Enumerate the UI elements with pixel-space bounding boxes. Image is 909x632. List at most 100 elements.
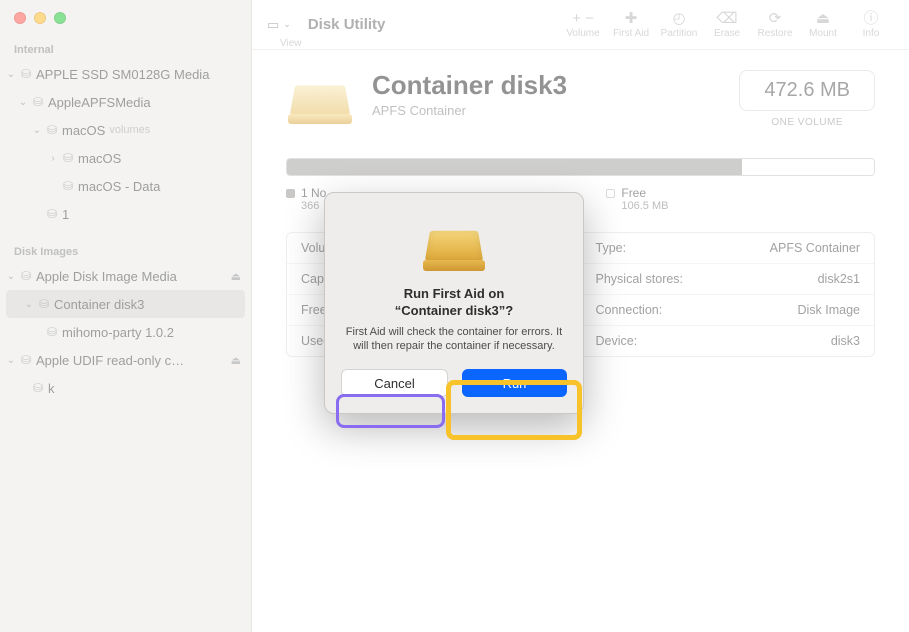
- sidebar-item[interactable]: ⛁macOS - Data: [0, 172, 251, 200]
- sidebar-item[interactable]: ⌄⛁AppleAPFSMedia: [0, 88, 251, 116]
- disk-header: Container disk3 APFS Container 472.6 MB …: [286, 70, 875, 128]
- info-cell: Connection:Disk Image: [581, 294, 875, 325]
- chevron-down-icon: ⌄: [283, 19, 291, 30]
- sidebar-item-label: Container disk3: [54, 297, 144, 312]
- erase-label: Erase: [714, 28, 740, 39]
- disk-icon: ⛁: [16, 67, 36, 81]
- usage-bar-used: [287, 159, 742, 175]
- usage-free-label: Free: [621, 186, 646, 200]
- disk-name: Container disk3: [372, 70, 567, 101]
- sidebar-item[interactable]: ⌄⛁APPLE SSD SM0128G Media: [0, 60, 251, 88]
- volume-icon: + −: [572, 10, 594, 28]
- view-label: View: [280, 38, 302, 49]
- info-cell: Device:disk3: [581, 325, 875, 356]
- sidebar-item[interactable]: ⌄⛁macOS volumes: [0, 116, 251, 144]
- eject-icon[interactable]: ⏏: [231, 354, 241, 367]
- partition-label: Partition: [661, 28, 698, 39]
- toolbar-firstaid-button[interactable]: ✚First Aid: [607, 10, 655, 39]
- sidebar-item[interactable]: ⛁mihomo-party 1.0.2: [0, 318, 251, 346]
- info-label: Info: [863, 28, 880, 39]
- usage-used-label: 1 No: [301, 186, 326, 200]
- toolbar-volume-button[interactable]: + −Volume: [559, 10, 607, 39]
- mount-icon: ⏏: [816, 10, 830, 28]
- minimize-window-button[interactable]: [34, 12, 46, 24]
- toolbar-partition-button[interactable]: ◴Partition: [655, 10, 703, 39]
- disk-icon: ⛁: [58, 179, 78, 193]
- info-icon: ⓘ: [863, 10, 878, 28]
- run-button[interactable]: Run: [462, 369, 567, 397]
- external-disk-icon: [286, 70, 354, 124]
- disk-icon: ⛁: [34, 297, 54, 311]
- sidebar-item-label: k: [48, 381, 55, 396]
- sidebar-item-label: Apple Disk Image Media: [36, 269, 177, 284]
- external-disk-icon: [421, 213, 487, 271]
- view-menu-button[interactable]: ▭ ⌄: [266, 16, 292, 34]
- sidebar: Internal ⌄⛁APPLE SSD SM0128G Media⌄⛁Appl…: [0, 0, 252, 632]
- sidebar-item-label: AppleAPFSMedia: [48, 95, 151, 110]
- dialog-title-line2: “Container disk3”?: [395, 303, 513, 318]
- usage-bar-free: [742, 159, 874, 175]
- usage-used-value: 366: [301, 200, 326, 212]
- sidebar-tree-images: ⌄⛁Apple Disk Image Media⏏⌄⛁Container dis…: [0, 262, 251, 402]
- sidebar-item-label: macOS: [78, 151, 121, 166]
- sidebar-item-label: 1: [62, 207, 69, 222]
- disclosure-triangle-icon[interactable]: ⌄: [32, 125, 42, 136]
- eject-icon[interactable]: ⏏: [231, 270, 241, 283]
- sidebar-item-label: macOS: [62, 123, 105, 138]
- restore-icon: ⟳: [769, 10, 782, 28]
- cancel-button[interactable]: Cancel: [341, 369, 448, 397]
- firstaid-label: First Aid: [613, 28, 649, 39]
- firstaid-icon: ✚: [625, 10, 638, 28]
- disk-subtitle: APFS Container: [372, 103, 567, 118]
- usage-bar: [286, 158, 875, 176]
- disclosure-triangle-icon[interactable]: ⌄: [24, 299, 34, 310]
- disk-icon: ⛁: [42, 123, 62, 137]
- disk-size: 472.6 MB: [739, 70, 875, 111]
- disk-icon: ⛁: [16, 269, 36, 283]
- zoom-window-button[interactable]: [54, 12, 66, 24]
- mount-label: Mount: [809, 28, 837, 39]
- disk-icon: ⛁: [42, 325, 62, 339]
- disclosure-triangle-icon[interactable]: ⌄: [18, 97, 28, 108]
- usage-legend-free: Free 106.5 MB: [606, 186, 668, 212]
- disk-icon: ⛁: [28, 381, 48, 395]
- usage-free-value: 106.5 MB: [621, 200, 668, 212]
- usage-legend-used: 1 No 366: [286, 186, 326, 212]
- toolbar-erase-button[interactable]: ⌫Erase: [703, 10, 751, 39]
- window-title: Disk Utility: [308, 16, 386, 33]
- sidebar-section-disk-images: Disk Images: [0, 240, 251, 262]
- sidebar-item[interactable]: ›⛁macOS: [0, 144, 251, 172]
- app-window: Internal ⌄⛁APPLE SSD SM0128G Media⌄⛁Appl…: [0, 0, 909, 632]
- sidebar-item-label: macOS - Data: [78, 179, 160, 194]
- info-cell: Type:APFS Container: [581, 233, 875, 263]
- sidebar-item[interactable]: ⌄⛁Apple Disk Image Media ⏏: [0, 262, 251, 290]
- disclosure-triangle-icon[interactable]: ⌄: [6, 271, 16, 282]
- sidebar-item[interactable]: ⛁1: [0, 200, 251, 228]
- sidebar-toggle-icon: ▭: [267, 17, 279, 33]
- disclosure-triangle-icon[interactable]: ›: [48, 153, 58, 164]
- dialog-description: First Aid will check the container for e…: [341, 325, 567, 353]
- disk-icon: ⛁: [16, 353, 36, 367]
- sidebar-item-label: mihomo-party 1.0.2: [62, 325, 174, 340]
- info-cell: Physical stores:disk2s1: [581, 263, 875, 294]
- disk-icon: ⛁: [28, 95, 48, 109]
- disk-icon: ⛁: [58, 151, 78, 165]
- sidebar-item[interactable]: ⛁k: [0, 374, 251, 402]
- first-aid-dialog: Run First Aid on “Container disk3”? Firs…: [324, 192, 584, 414]
- window-controls: [0, 8, 251, 38]
- toolbar-mount-button[interactable]: ⏏Mount: [799, 10, 847, 39]
- disclosure-triangle-icon[interactable]: ⌄: [6, 69, 16, 80]
- toolbar: ▭ ⌄ View Disk Utility + −Volume✚First Ai…: [252, 0, 909, 50]
- toolbar-restore-button[interactable]: ⟳Restore: [751, 10, 799, 39]
- toolbar-info-button[interactable]: ⓘInfo: [847, 10, 895, 39]
- sidebar-item[interactable]: ⌄⛁Apple UDIF read-only c…⏏: [0, 346, 251, 374]
- disclosure-triangle-icon[interactable]: ⌄: [6, 355, 16, 366]
- sidebar-item[interactable]: ⌄⛁Container disk3: [6, 290, 245, 318]
- erase-icon: ⌫: [716, 10, 737, 28]
- sidebar-item-suffix: volumes: [109, 124, 150, 136]
- sidebar-tree-internal: ⌄⛁APPLE SSD SM0128G Media⌄⛁AppleAPFSMedi…: [0, 60, 251, 228]
- dialog-title-line1: Run First Aid on: [404, 286, 505, 301]
- sidebar-item-label: APPLE SSD SM0128G Media: [36, 67, 209, 82]
- disk-icon: ⛁: [42, 207, 62, 221]
- close-window-button[interactable]: [14, 12, 26, 24]
